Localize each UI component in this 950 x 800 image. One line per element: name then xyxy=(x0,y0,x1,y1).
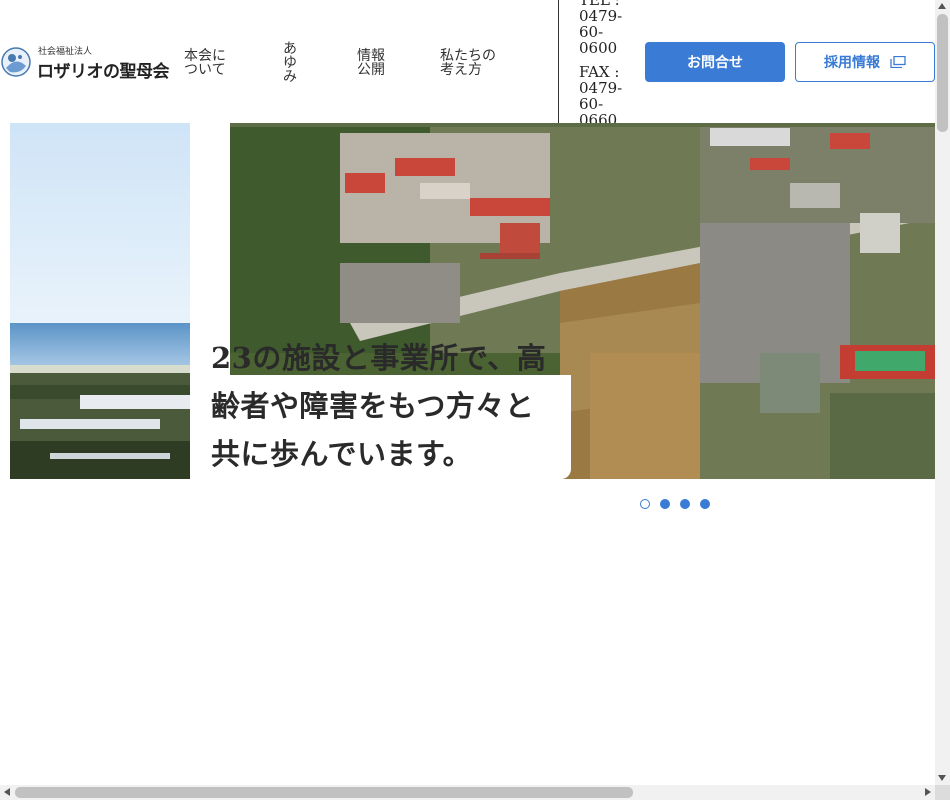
scroll-left-arrow-icon[interactable] xyxy=(4,788,10,796)
slider-dot-2[interactable] xyxy=(660,499,670,509)
rosary-logo-icon xyxy=(1,47,31,77)
contact-divider xyxy=(558,0,559,123)
slider-dot-1[interactable] xyxy=(640,499,650,509)
fax-label: FAX : xyxy=(579,63,620,81)
tel-number-part[interactable]: 60- xyxy=(579,24,629,40)
inquiry-button[interactable]: お問合せ xyxy=(645,42,785,82)
external-window-icon xyxy=(890,56,906,68)
slider-pagination xyxy=(640,499,710,509)
nav-disclosure[interactable]: 情報 公開 xyxy=(357,49,385,77)
site-logo[interactable]: 社会福祉法人 ロザリオの聖母会 xyxy=(0,44,185,82)
coastline-photo xyxy=(10,123,190,479)
hero-slide-previous xyxy=(10,123,190,479)
slider-dot-3[interactable] xyxy=(680,499,690,509)
horizontal-scroll-thumb[interactable] xyxy=(15,787,633,798)
nav-history[interactable]: あ ゆ み xyxy=(282,42,298,84)
hero-caption: 23の施設と事業所で、高齢者や障害をもつ方々と共に歩んでいます。 xyxy=(211,341,547,471)
slider-dot-4[interactable] xyxy=(700,499,710,509)
logo-subtitle: 社会福祉法人 xyxy=(38,47,93,57)
recruit-button[interactable]: 採用情報 xyxy=(795,42,935,82)
fax-number-part: 60- xyxy=(579,95,604,113)
recruit-button-label: 採用情報 xyxy=(824,55,880,71)
tel-number-part[interactable]: 0600 xyxy=(579,40,629,56)
site-header: 社会福祉法人 ロザリオの聖母会 本会に ついて あ ゆ み 情報 公開 私たちの… xyxy=(0,0,935,128)
vertical-scrollbar[interactable] xyxy=(935,0,950,785)
scroll-up-arrow-icon[interactable] xyxy=(938,3,946,9)
nav-about[interactable]: 本会に ついて xyxy=(184,49,226,77)
vertical-scroll-thumb[interactable] xyxy=(937,14,948,132)
scroll-down-arrow-icon[interactable] xyxy=(938,775,946,781)
fax-number-part: 0479- xyxy=(579,79,623,97)
tel-number-part[interactable]: 0479- xyxy=(579,8,629,24)
logo-title: ロザリオの聖母会 xyxy=(37,62,170,82)
nav-philosophy[interactable]: 私たちの 考え方 xyxy=(440,49,496,77)
horizontal-scrollbar[interactable] xyxy=(0,785,935,800)
scrollbar-corner xyxy=(935,785,950,800)
scroll-right-arrow-icon[interactable] xyxy=(925,788,931,796)
contact-info: TEL : 0479- 60- 0600 FAX : 0479- 60- 066… xyxy=(579,0,629,128)
